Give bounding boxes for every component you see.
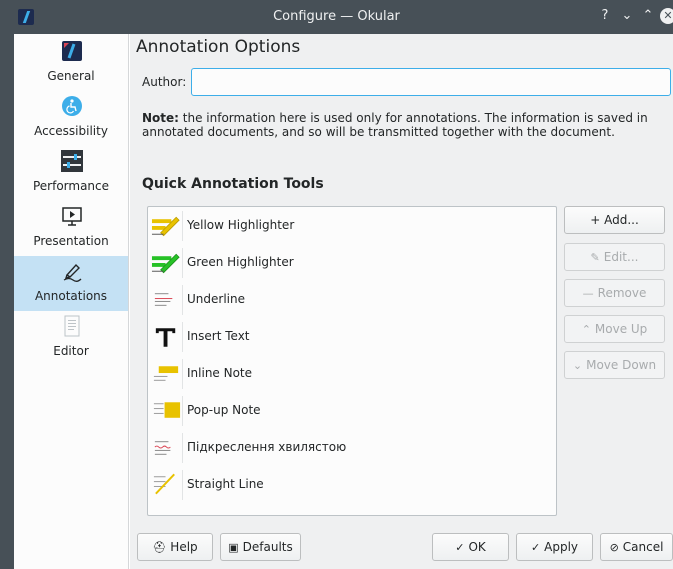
popup-note-icon xyxy=(153,396,183,426)
defaults-document-icon: ▣ xyxy=(228,541,239,554)
sidebar-item-annotations[interactable]: Annotations xyxy=(14,256,128,311)
underline-icon xyxy=(154,285,183,315)
sidebar-item-label: Performance xyxy=(32,179,110,193)
pencil-icon: ✎ xyxy=(590,251,600,264)
window-title: Configure — Okular xyxy=(273,9,400,24)
defaults-button[interactable]: ▣ Defaults xyxy=(220,533,301,561)
straight-line-icon xyxy=(153,470,183,500)
okular-logo-icon xyxy=(62,41,82,61)
edit-tool-button[interactable]: ✎ Edit... xyxy=(564,243,665,271)
tool-label: Insert Text xyxy=(187,329,250,343)
quick-tools-heading: Quick Annotation Tools xyxy=(142,176,324,192)
sidebar-item-label: Editor xyxy=(53,344,89,358)
tool-label: Straight Line xyxy=(187,477,264,491)
move-up-label: Move Up xyxy=(594,322,648,336)
green-highlighter-icon xyxy=(151,248,183,278)
yellow-highlighter-icon xyxy=(151,211,183,241)
list-item-popup-note[interactable]: Pop-up Note xyxy=(148,392,556,429)
sidebar-item-accessibility[interactable]: Accessibility xyxy=(14,91,128,146)
quick-tools-list[interactable]: Yellow Highlighter Green Highlighter Und… xyxy=(147,206,557,516)
config-sidebar: General Accessibility Performance Presen… xyxy=(14,34,129,569)
move-down-button[interactable]: ⌄ Move Down xyxy=(564,351,665,379)
list-item-yellow-highlighter[interactable]: Yellow Highlighter xyxy=(148,207,556,244)
checkmark-icon: ✓ xyxy=(530,541,541,554)
document-icon xyxy=(64,315,80,337)
sidebar-item-general[interactable]: General xyxy=(14,36,128,91)
annotation-note: Note: the information here is used only … xyxy=(142,111,662,139)
remove-button-label: Remove xyxy=(597,286,647,300)
tool-label: Pop-up Note xyxy=(187,403,261,417)
list-item-straight-line[interactable]: Straight Line xyxy=(148,466,556,503)
window-titlebar: Configure — Okular ? ⌄ ⌃ ✕ xyxy=(0,0,673,34)
move-down-label: Move Down xyxy=(586,358,657,372)
sidebar-item-performance[interactable]: Performance xyxy=(14,146,128,201)
minimize-icon[interactable]: ⌄ xyxy=(619,8,635,24)
annotations-page: Annotation Options Author: Note: the inf… xyxy=(130,34,673,569)
help-button[interactable]: ⛑ Help xyxy=(137,533,213,561)
sidebar-item-label: General xyxy=(47,69,95,83)
page-title: Annotation Options xyxy=(136,37,301,57)
note-bold-label: Note: xyxy=(142,111,179,125)
tool-label: Underline xyxy=(187,292,245,306)
ok-button-label: OK xyxy=(468,540,486,554)
apply-button-label: Apply xyxy=(544,540,579,554)
sidebar-item-label: Annotations xyxy=(34,289,108,303)
sidebar-item-presentation[interactable]: Presentation xyxy=(14,201,128,256)
sidebar-item-editor[interactable]: Editor xyxy=(14,311,128,366)
list-item-squiggly-underline[interactable]: Підкреслення хвилястою xyxy=(148,429,556,466)
insert-text-icon xyxy=(155,322,183,352)
add-tool-button[interactable]: + Add... xyxy=(564,206,665,234)
author-label: Author: xyxy=(142,75,187,89)
tool-label: Inline Note xyxy=(187,366,253,380)
cancel-circle-icon: ⊘ xyxy=(609,541,619,554)
note-text: the information here is used only for an… xyxy=(142,111,648,139)
list-item-underline[interactable]: Underline xyxy=(148,281,556,318)
sidebar-item-label: Accessibility xyxy=(34,124,108,138)
sidebar-item-label: Presentation xyxy=(33,234,109,248)
close-icon[interactable]: ✕ xyxy=(660,8,673,24)
apply-button[interactable]: ✓ Apply xyxy=(516,533,593,561)
chevron-down-icon: ⌄ xyxy=(572,359,583,372)
remove-tool-button[interactable]: — Remove xyxy=(564,279,665,307)
cancel-button[interactable]: ⊘ Cancel xyxy=(600,533,673,561)
pen-draw-icon xyxy=(63,263,82,282)
help-lifebuoy-icon: ⛑ xyxy=(152,541,167,554)
maximize-icon[interactable]: ⌃ xyxy=(640,8,656,24)
ok-button[interactable]: ✓ OK xyxy=(432,533,509,561)
accessibility-icon xyxy=(62,96,82,116)
tool-label: Підкреслення хвилястою xyxy=(187,440,347,454)
author-input[interactable] xyxy=(191,68,671,96)
minus-icon: — xyxy=(582,287,594,300)
help-button-label: Help xyxy=(170,540,198,554)
sliders-icon xyxy=(61,150,83,172)
list-item-green-highlighter[interactable]: Green Highlighter xyxy=(148,244,556,281)
cancel-button-label: Cancel xyxy=(622,540,664,554)
presentation-screen-icon xyxy=(62,207,82,226)
tool-label: Yellow Highlighter xyxy=(187,218,295,232)
help-question-icon[interactable]: ? xyxy=(597,8,613,24)
move-up-button[interactable]: ⌃ Move Up xyxy=(564,315,665,343)
list-item-inline-note[interactable]: Inline Note xyxy=(148,355,556,392)
checkmark-icon: ✓ xyxy=(455,541,465,554)
window-left-edge xyxy=(0,34,14,569)
tool-label: Green Highlighter xyxy=(187,255,294,269)
edit-button-label: Edit... xyxy=(603,250,639,264)
chevron-up-icon: ⌃ xyxy=(581,323,591,336)
inline-note-icon xyxy=(153,359,183,389)
list-item-insert-text[interactable]: Insert Text xyxy=(148,318,556,355)
squiggly-underline-icon xyxy=(154,433,183,463)
defaults-button-label: Defaults xyxy=(242,540,293,554)
